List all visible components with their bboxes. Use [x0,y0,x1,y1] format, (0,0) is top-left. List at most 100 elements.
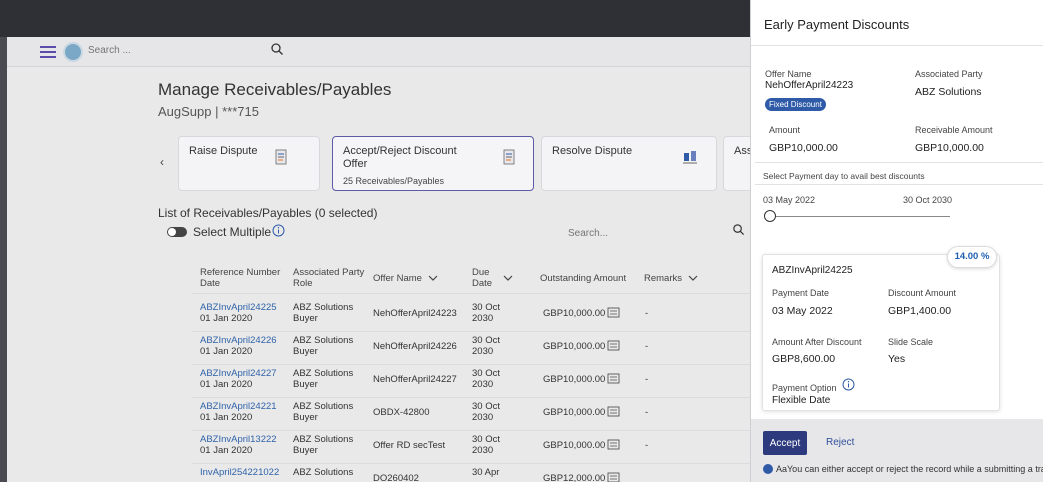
associated-party: ABZ Solutions [293,302,354,313]
outstanding-amount: GBP10,000.00 [543,308,606,319]
outstanding-amount: GBP10,000.00 [543,341,606,352]
remarks-value: - [645,440,649,451]
associated-party: ABZ Solutions [293,368,354,379]
notes-icon[interactable] [607,406,620,417]
select-multiple-toggle[interactable] [167,227,187,237]
due-year: 2030 [472,379,494,390]
select-day-label: Select Payment day to avail best discoun… [763,171,925,181]
reference-number-link[interactable]: InvApril254221022 [200,467,279,478]
footer-note: AaYou can either accept or reject the re… [776,464,1043,474]
page-subtitle: AugSupp | ***715 [158,104,259,119]
row-divider [192,397,752,398]
info-icon[interactable] [842,378,855,391]
column-header-due[interactable]: Due Date [472,267,492,289]
discount-amount-label: Discount Amount [888,288,957,298]
card-resolve-dispute[interactable]: Resolve Dispute [541,136,717,191]
associated-party: ABZ Solutions [293,401,354,412]
column-header-offer[interactable]: Offer Name [373,273,438,284]
discount-percentage-badge: 14.00 % [947,246,997,268]
due-date: 30 Oct [472,434,500,445]
party-role: Buyer [293,379,318,390]
divider [751,45,1043,46]
column-header-outstanding[interactable]: Outstanding Amount [540,273,626,284]
accept-button[interactable]: Accept [763,431,807,455]
card-title: Resolve Dispute [552,145,633,157]
invoice-reference: ABZInvApril24225 [772,265,853,276]
associated-party: ABZ Solutions [293,467,354,478]
column-header-party[interactable]: Associated Party Role [293,267,364,289]
row-date: 01 Jan 2020 [200,379,253,390]
remarks-value: - [645,308,649,319]
notes-icon[interactable] [607,340,620,351]
reject-button[interactable]: Reject [826,437,854,448]
global-search-input[interactable] [88,45,278,56]
header-bar [7,37,757,67]
party-role: Buyer [293,445,318,456]
notes-icon[interactable] [607,472,620,482]
payment-day-slider-handle[interactable] [764,210,776,222]
reference-number-link[interactable]: ABZInvApril24227 [200,368,277,379]
due-year: 2030 [472,346,494,357]
due-date: 30 Oct [472,302,500,313]
resolve-icon [683,151,697,164]
row-date: 01 Jan 2020 [200,346,253,357]
column-header-remarks[interactable]: Remarks [644,273,698,284]
list-search-input[interactable] [568,228,733,239]
notes-icon[interactable] [607,307,620,318]
payment-option-value: Flexible Date [772,395,831,406]
payment-day-slider-track[interactable] [770,216,950,217]
due-year: 2030 [472,445,494,456]
slider-end-date: 30 Oct 2030 [903,195,953,205]
card-assign[interactable]: Assi [723,136,755,191]
document-icon [275,149,287,165]
left-edge [0,37,7,482]
associated-party-label: Associated Party [915,69,983,79]
payment-date-label: Payment Date [772,288,830,298]
row-divider [192,463,752,464]
due-date: 30 Oct [472,401,500,412]
amount-after-discount-value: GBP8,600.00 [772,353,836,365]
discount-detail-card: ABZInvApril24225 Payment Date 03 May 202… [762,254,1000,411]
list-title: List of Receivables/Payables (0 selected… [158,206,378,220]
panel-footer: Accept Reject AaYou can either accept or… [751,419,1043,482]
remarks-value: - [645,341,649,352]
chevron-down-icon[interactable] [503,275,513,282]
carousel-prev-icon[interactable]: ‹ [160,155,164,169]
column-header-sublabel: Role [293,278,313,289]
card-count: 25 Receivables/Payables [343,176,445,186]
amount-label: Amount [769,125,801,135]
hamburger-menu-icon[interactable] [40,46,56,58]
column-header-sublabel: Date [200,278,221,289]
info-icon[interactable] [272,224,285,237]
offer-name: OBDX-42800 [373,407,430,418]
column-header-reference[interactable]: Reference Number Date [200,267,280,289]
panel-title: Early Payment Discounts [764,17,910,32]
due-date: 30 Apr [472,467,500,478]
notes-icon[interactable] [607,373,620,384]
page-title: Manage Receivables/Payables [158,80,392,99]
row-date: 01 Jan 2020 [200,313,253,324]
card-title: Accept/Reject Discount Offer [343,145,457,170]
row-date: 01 Jan 2020 [200,445,253,456]
offer-name-value: NehOfferApril24223 [765,80,854,91]
reference-number-link[interactable]: ABZInvApril24225 [200,302,277,313]
reference-number-link[interactable]: ABZInvApril24221 [200,401,277,412]
card-accept-reject-discount[interactable]: Accept/Reject Discount Offer 25 Receivab… [332,136,534,191]
due-date: 30 Oct [472,368,500,379]
search-icon[interactable] [270,42,284,56]
row-divider [192,364,752,365]
offer-name: NehOfferApril24226 [373,341,457,352]
early-payment-discounts-panel: Early Payment Discounts Offer Name NehOf… [750,0,1043,482]
reference-number-link[interactable]: ABZInvApril13222 [200,434,277,445]
notes-icon[interactable] [607,439,620,450]
associated-party: ABZ Solutions [293,335,354,346]
card-raise-dispute[interactable]: Raise Dispute [178,136,320,191]
amount-value: GBP10,000.00 [769,142,838,154]
bank-logo[interactable] [63,42,83,62]
receivable-amount-value: GBP10,000.00 [915,142,984,154]
reference-number-link[interactable]: ABZInvApril24226 [200,335,277,346]
search-icon[interactable] [732,223,745,236]
payment-date-value: 03 May 2022 [772,305,833,317]
column-header-label: Due [472,267,490,278]
row-divider [192,331,752,332]
